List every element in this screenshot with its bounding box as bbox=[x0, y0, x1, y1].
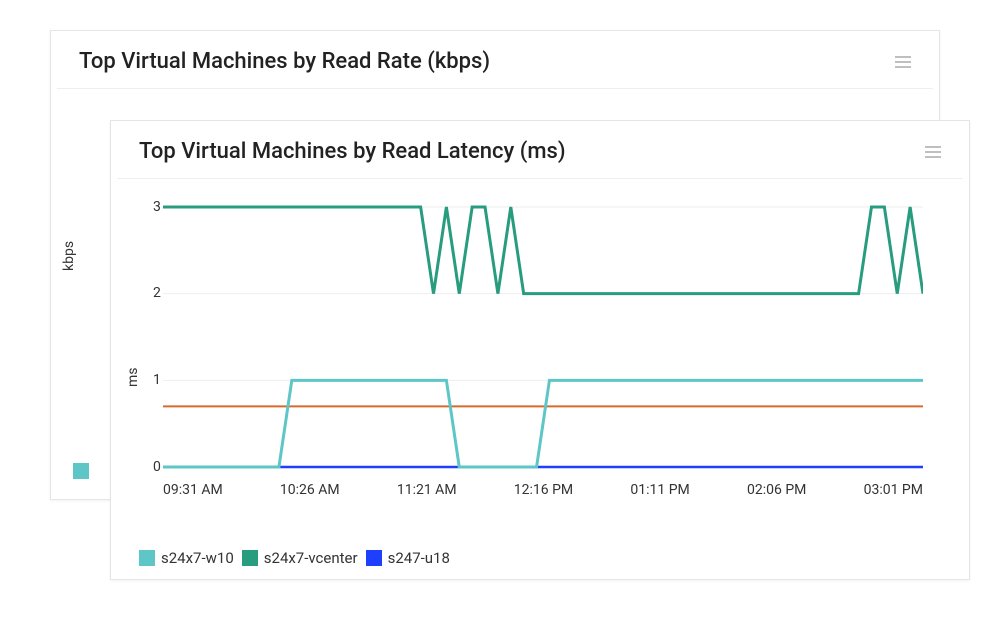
legend-item[interactable]: s24x7-w10 bbox=[139, 549, 234, 567]
card-header: Top Virtual Machines by Read Rate (kbps) bbox=[57, 31, 933, 89]
card-title: Top Virtual Machines by Read Rate (kbps) bbox=[79, 49, 490, 74]
x-tick: 09:31 AM bbox=[163, 482, 223, 498]
y-axis-label: kbps bbox=[61, 241, 77, 271]
hamburger-menu-icon[interactable] bbox=[895, 56, 911, 68]
y-tick: 2 bbox=[153, 285, 161, 301]
hamburger-menu-icon[interactable] bbox=[925, 146, 941, 158]
series-s24x7-w10 bbox=[163, 380, 923, 467]
chart-legend: s24x7-w10 s24x7-vcenter s247-u18 bbox=[139, 549, 454, 567]
x-tick: 01:11 PM bbox=[630, 482, 689, 498]
y-tick: 0 bbox=[153, 459, 161, 475]
legend-item[interactable]: s247-u18 bbox=[366, 549, 450, 567]
x-tick: 11:21 AM bbox=[397, 482, 457, 498]
legend-swatch-icon bbox=[139, 550, 155, 566]
chart-area: ms 3 2 1 0 09:31 AM 10:26 AM 11:21 AM 12… bbox=[133, 197, 947, 507]
card-header: Top Virtual Machines by Read Latency (ms… bbox=[117, 121, 963, 179]
legend-swatch-icon bbox=[242, 550, 258, 566]
y-axis-label: ms bbox=[125, 367, 141, 387]
legend-label: s24x7-vcenter bbox=[264, 549, 358, 567]
x-axis-ticks: 09:31 AM 10:26 AM 11:21 AM 12:16 PM 01:1… bbox=[163, 482, 923, 498]
x-tick: 03:01 PM bbox=[864, 482, 923, 498]
legend-swatch-icon bbox=[366, 550, 382, 566]
legend-label: s24x7-w10 bbox=[161, 549, 234, 567]
line-chart bbox=[163, 197, 923, 477]
x-tick: 10:26 AM bbox=[280, 482, 340, 498]
card-read-latency: Top Virtual Machines by Read Latency (ms… bbox=[110, 120, 970, 580]
y-tick: 3 bbox=[153, 199, 161, 215]
card-title: Top Virtual Machines by Read Latency (ms… bbox=[139, 139, 566, 164]
legend-swatch bbox=[73, 463, 89, 479]
x-tick: 02:06 PM bbox=[747, 482, 806, 498]
x-tick: 12:16 PM bbox=[514, 482, 573, 498]
series-s24x7-vcenter bbox=[163, 207, 923, 294]
legend-label: s247-u18 bbox=[388, 549, 450, 567]
legend-item[interactable]: s24x7-vcenter bbox=[242, 549, 358, 567]
y-tick: 1 bbox=[153, 372, 161, 388]
